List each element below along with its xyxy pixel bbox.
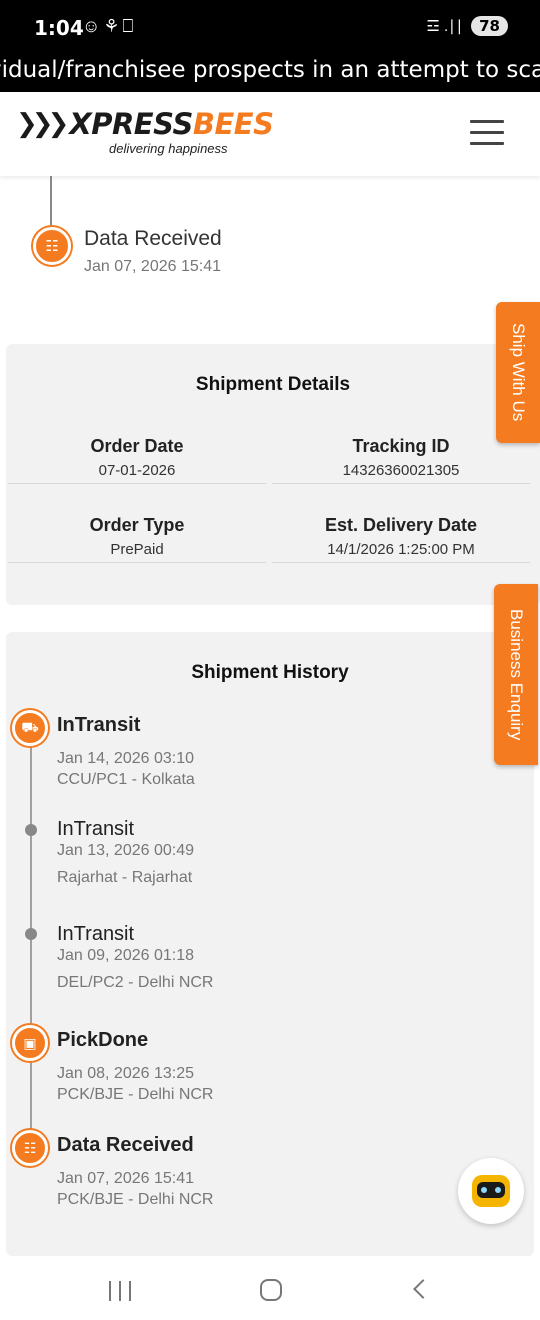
shipment-details-card: Shipment Details Order Date 07-01-2026 T… [6, 344, 540, 605]
package-icon: ▣ [12, 1025, 48, 1061]
logo-wordmark: ❯❯❯ XPRESS BEES [16, 107, 274, 141]
history-status: Data Received [57, 1134, 194, 1156]
home-icon[interactable] [260, 1279, 282, 1301]
order-type-label: Order Type [89, 515, 185, 535]
history-status: InTransit [57, 818, 135, 840]
tracking-id-cell: Tracking ID 14326360021305 [272, 436, 530, 484]
history-timeline-line [30, 732, 32, 1162]
order-date-label: Order Date [90, 436, 184, 456]
history-date: Jan 14, 2026 03:10 [57, 750, 195, 767]
shipment-history-card: Shipment History ⛟ InTransit Jan 14, 202… [6, 632, 534, 1256]
data-received-icon: ☷ [12, 1130, 48, 1166]
history-date: Jan 09, 2026 01:18 [57, 947, 195, 964]
signal-icon: ☲ .∣∣ [426, 18, 464, 35]
shipment-details-title: Shipment Details [195, 374, 351, 395]
order-date-value: 07-01-2026 [98, 462, 176, 479]
system-navigation-bar [0, 1260, 540, 1320]
chatbot-bee-icon[interactable] [458, 1158, 524, 1224]
site-header: ❯❯❯ XPRESS BEES delivering happiness [0, 92, 540, 176]
back-icon[interactable] [413, 1279, 433, 1299]
history-location: CCU/PC1 - Kolkata [57, 771, 195, 788]
ship-with-us-label: Ship With Us [509, 323, 528, 422]
announcement-ticker: vidual/franchisee prospects in an attemp… [0, 56, 540, 92]
truck-icon: ⛟ [12, 710, 48, 746]
top-event-date: Jan 07, 2026 15:41 [84, 258, 222, 275]
history-date: Jan 08, 2026 13:25 [57, 1065, 195, 1082]
timeline-line [50, 176, 52, 226]
battery-indicator: 78 [471, 16, 508, 36]
tracking-id-value: 14326360021305 [342, 462, 460, 479]
est-delivery-value: 14/1/2026 1:25:00 PM [327, 541, 475, 558]
notification-icons: ☺⚘⎕ [82, 16, 137, 36]
logo-text-xpress: XPRESS [69, 107, 193, 141]
history-status: InTransit [57, 923, 135, 945]
logo-tagline: delivering happiness [109, 141, 228, 156]
hamburger-icon[interactable] [470, 120, 504, 148]
history-location: DEL/PC2 - Delhi NCR [57, 974, 214, 991]
business-enquiry-tab[interactable]: Business Enquiry [494, 584, 538, 765]
order-type-value: PrePaid [110, 541, 164, 558]
status-right-group: ☲ .∣∣ 78 [426, 16, 508, 36]
shipment-history-title: Shipment History [191, 662, 349, 683]
history-location: Rajarhat - Rajarhat [57, 869, 193, 886]
logo-chevron-icon: ❯❯❯ [16, 109, 69, 139]
est-delivery-cell: Est. Delivery Date 14/1/2026 1:25:00 PM [272, 515, 530, 563]
xpressbees-logo[interactable]: ❯❯❯ XPRESS BEES delivering happiness [16, 107, 274, 156]
timeline-dot [25, 928, 37, 940]
business-enquiry-label: Business Enquiry [507, 608, 526, 741]
logo-text-bees: BEES [192, 107, 274, 141]
history-date: Jan 07, 2026 15:41 [57, 1170, 195, 1187]
history-location: PCK/BJE - Delhi NCR [57, 1086, 214, 1103]
status-bar: 1:04 ☺⚘⎕ ☲ .∣∣ 78 [0, 0, 540, 56]
recent-apps-icon[interactable] [109, 1281, 131, 1301]
history-date: Jan 13, 2026 00:49 [57, 842, 195, 859]
order-type-cell: Order Type PrePaid [8, 515, 266, 563]
est-delivery-label: Est. Delivery Date [324, 515, 478, 535]
history-status: InTransit [57, 714, 141, 736]
top-event-title: Data Received [84, 227, 222, 250]
history-location: PCK/BJE - Delhi NCR [57, 1191, 214, 1208]
timeline-dot [25, 824, 37, 836]
tracking-id-label: Tracking ID [352, 436, 450, 456]
data-received-icon: ☷ [33, 227, 71, 265]
ship-with-us-tab[interactable]: Ship With Us [496, 302, 540, 443]
status-time: 1:04 [34, 16, 84, 40]
ticker-text: vidual/franchisee prospects in an attemp… [0, 57, 540, 83]
order-date-cell: Order Date 07-01-2026 [8, 436, 266, 484]
history-status: PickDone [57, 1029, 149, 1051]
